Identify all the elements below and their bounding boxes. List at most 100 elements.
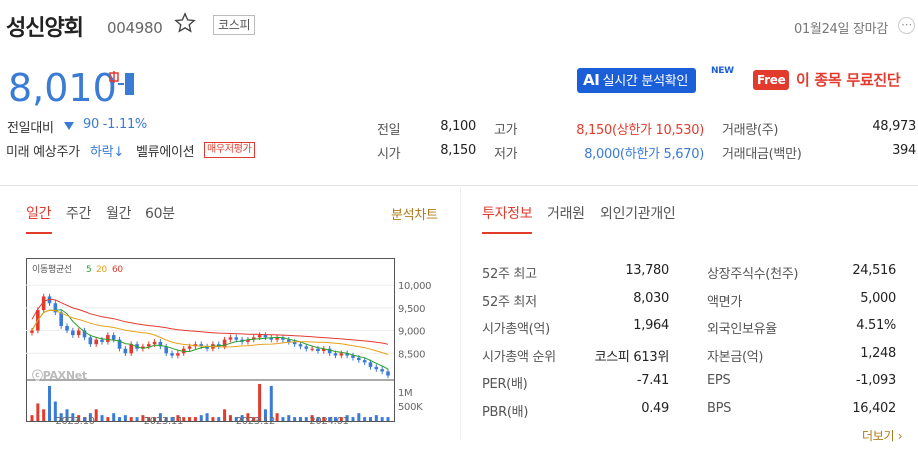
- volume-bar: [193, 417, 197, 421]
- volume-value: 48,973: [872, 119, 916, 134]
- candle-body: [76, 330, 81, 336]
- tab-monthly[interactable]: 월간: [106, 203, 131, 223]
- x-tick-label: 2023.10: [55, 416, 94, 426]
- ma-legend-60: 60: [112, 265, 123, 275]
- volume-bar: [363, 417, 367, 421]
- price-chart[interactable]: 이동평균선 5 20 60 ⓒPAXNet 10,000 9,500 9,000 8,…: [26, 258, 438, 426]
- candle-body: [123, 348, 128, 354]
- volume-bar: [135, 417, 139, 421]
- volume-bar: [217, 417, 221, 421]
- active-tab-indicator: [26, 232, 52, 234]
- info-value: 4.51%: [856, 318, 896, 333]
- valuation-label: 벨류에이션: [136, 145, 195, 160]
- candle-body: [263, 335, 268, 338]
- candle-body: [164, 346, 169, 354]
- volume-bar: [357, 413, 361, 421]
- volume-bar: [30, 415, 34, 421]
- y-tick-label: 9,000: [398, 327, 425, 338]
- candle-body: [333, 353, 338, 356]
- volume-bar: [287, 415, 291, 421]
- stock-code: 004980: [107, 19, 163, 37]
- ma-line-5: [31, 309, 389, 370]
- volume-bar: [228, 415, 232, 421]
- tab-broker[interactable]: 거래원: [547, 203, 585, 223]
- candle-body: [59, 312, 63, 326]
- y-tick-label: 9,500: [398, 304, 425, 315]
- candle-body: [129, 344, 134, 354]
- volume-bar: [188, 417, 192, 421]
- ai-analysis-label: 실시간 분석확인: [602, 74, 689, 89]
- candle-body: [362, 360, 367, 363]
- free-diagnosis-link[interactable]: 이 종목 무료진단: [796, 70, 901, 90]
- info-value: 8,030: [633, 290, 669, 306]
- candle-body: [310, 348, 314, 350]
- candle-body: [152, 341, 157, 345]
- info-value: -7.41: [636, 373, 669, 388]
- forecast-value[interactable]: 하락↓: [90, 141, 124, 160]
- tab-60min[interactable]: 60분: [145, 203, 175, 223]
- candle-body: [228, 337, 233, 340]
- free-badge[interactable]: Free: [753, 70, 790, 90]
- volume-bar: [368, 417, 372, 421]
- info-value: 0.49: [641, 400, 669, 416]
- watermark: ⓒPAXNet: [32, 368, 87, 382]
- ma-legend-label: 이동평균선: [32, 264, 72, 275]
- ai-analysis-button[interactable]: AI 실시간 분석확인: [577, 68, 697, 93]
- volume-bar: [94, 409, 98, 421]
- forecast-label: 미래 예상주가: [6, 145, 80, 160]
- candle-body: [368, 362, 373, 367]
- volume-bar: [386, 417, 390, 421]
- volume-bar: [42, 409, 46, 421]
- open-label: 시가: [377, 147, 401, 162]
- prev-close-label: 전일: [377, 123, 401, 138]
- ma-legend-5: 5: [86, 265, 91, 275]
- amount-label: 거래대금(백만): [722, 147, 802, 162]
- info-label: PBR(배): [482, 404, 529, 420]
- valuation-badge[interactable]: 매우저평가: [204, 142, 255, 158]
- tab-investor[interactable]: 외인기관개인: [600, 203, 676, 223]
- info-value: 13,780: [625, 263, 669, 278]
- candle-body: [357, 357, 361, 361]
- tab-invest-info[interactable]: 투자정보: [482, 203, 533, 223]
- change-label: 전일대비: [7, 121, 54, 136]
- info-label: BPS: [707, 400, 732, 416]
- plot-frame: [26, 258, 395, 422]
- down-arrow-icon: [64, 122, 74, 130]
- more-options-button[interactable]: ⋯: [898, 17, 915, 34]
- candle-body: [386, 371, 390, 376]
- high-label: 고가: [494, 123, 518, 138]
- volume-bar: [298, 417, 302, 421]
- x-tick-label: 2023.11: [144, 416, 183, 426]
- candle-body: [65, 326, 69, 331]
- stock-name: 성신양회: [6, 16, 84, 41]
- candle-body: [176, 353, 180, 356]
- candle-body: [88, 337, 93, 345]
- volume-bar: [36, 403, 40, 421]
- volume-bar: [380, 417, 384, 421]
- active-tab-indicator: [482, 232, 532, 234]
- low-value: 8,000(하한가 5,670): [584, 147, 704, 162]
- volume-bar: [123, 415, 127, 421]
- y-tick-label: 8,500: [398, 349, 425, 360]
- open-value: 8,150: [440, 143, 476, 158]
- tab-daily[interactable]: 일간: [26, 203, 51, 223]
- divider: [0, 185, 918, 186]
- info-label: PER(배): [482, 377, 528, 392]
- analysis-chart-link[interactable]: 분석차트: [391, 204, 438, 223]
- change-value: 90 -1.11%: [83, 117, 147, 132]
- current-price: 8,010: [8, 66, 117, 110]
- info-value: 1,248: [860, 345, 896, 361]
- candle-body: [298, 344, 303, 347]
- ma-legend-20: 20: [96, 265, 107, 275]
- favorite-star-icon[interactable]: [174, 12, 196, 34]
- volume-bar: [100, 415, 104, 421]
- info-label: 외국인보유율: [707, 322, 777, 337]
- tab-weekly[interactable]: 주간: [66, 203, 91, 223]
- volume-bar: [106, 417, 110, 421]
- volume-bar: [129, 417, 133, 421]
- ai-prefix: AI: [583, 71, 600, 89]
- volume-bar: [281, 417, 285, 421]
- more-link[interactable]: 더보기 ›: [862, 427, 903, 444]
- amount-value: 394: [892, 143, 916, 158]
- x-tick-label: 2024.01: [309, 416, 348, 426]
